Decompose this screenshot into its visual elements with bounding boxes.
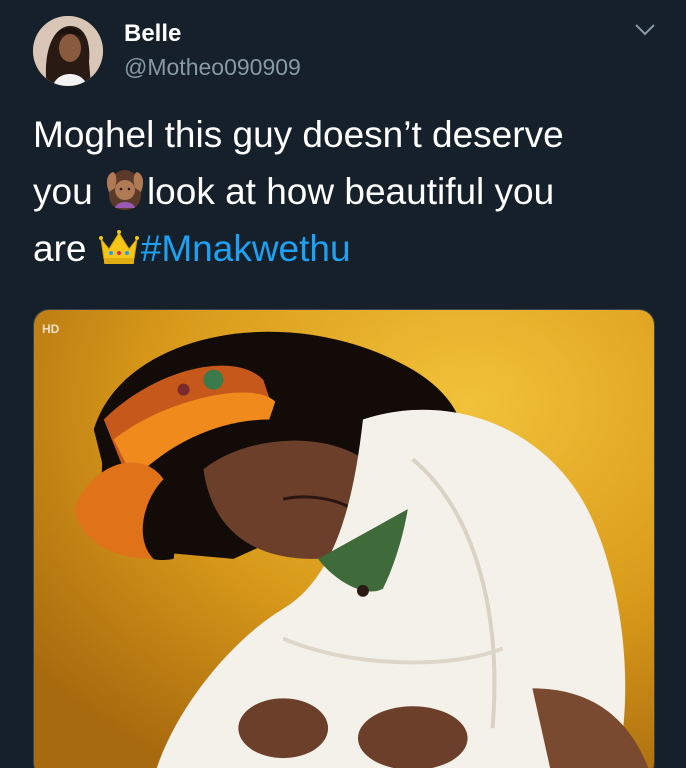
tweet: Belle @Motheo090909 Moghel this guy does… [0,0,686,768]
tweet-text-line2a: you [33,171,103,212]
hashtag-link[interactable]: #Mnakwethu [141,228,351,269]
tweet-media-photo[interactable]: HD [33,309,655,768]
photo-image [34,310,654,768]
hd-badge: HD [42,322,60,336]
avatar-image [33,16,103,86]
display-name[interactable]: Belle [124,20,181,48]
tweet-text-line1: Moghel this guy doesn’t deserve [33,114,564,155]
avatar[interactable] [33,16,103,86]
tweet-text-line3a: are [33,228,97,269]
user-handle[interactable]: @Motheo090909 [124,54,301,81]
chevron-down-icon[interactable] [634,22,656,38]
tweet-text: Moghel this guy doesn’t deserve you look… [33,106,653,277]
tweet-text-line2b: look at how beautiful you [146,171,555,212]
woman-gesturing-ok-icon [103,168,147,212]
crown-icon [97,225,141,269]
